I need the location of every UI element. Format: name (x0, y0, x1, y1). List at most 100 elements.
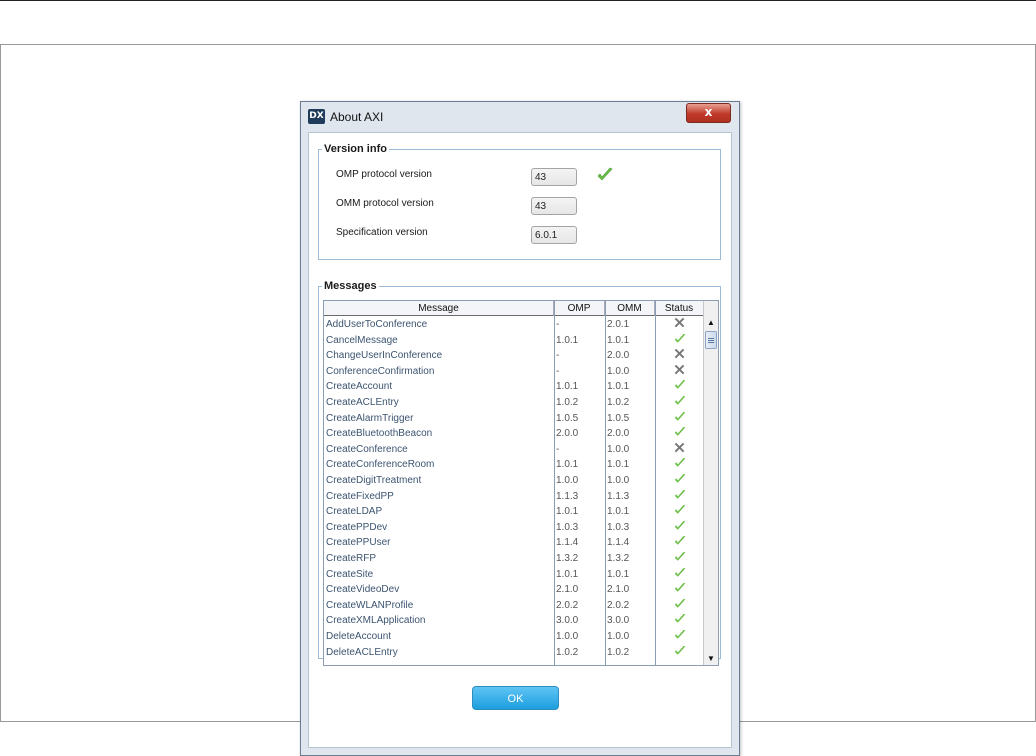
table-row[interactable]: CreateWLANProfile 2.0.2 2.0.2 (324, 598, 704, 614)
scroll-down-icon[interactable]: ▼ (705, 652, 717, 665)
omp-cell: 1.0.1 (556, 568, 579, 580)
table-row[interactable]: CreateXMLApplication 3.0.0 3.0.0 (324, 613, 704, 629)
page-frame: DX About AXI x Version info OMP protocol… (0, 44, 1036, 756)
table-row[interactable]: CreateAlarmTrigger 1.0.5 1.0.5 (324, 411, 704, 427)
message-cell: CreateAccount (326, 381, 393, 393)
messages-legend: Messages (324, 280, 377, 292)
column-header-omm[interactable]: OMM (605, 301, 655, 316)
grip-line (708, 340, 714, 341)
table-row[interactable]: DeleteAccount 1.0.0 1.0.0 (324, 629, 704, 645)
omp-cell: - (556, 443, 560, 455)
about-dialog: DX About AXI x Version info OMP protocol… (300, 101, 740, 756)
close-button[interactable]: x (686, 103, 731, 123)
message-cell: AddUserToConference (326, 319, 428, 330)
omm-cell: 2.0.0 (607, 350, 630, 362)
omp-cell: 1.0.5 (556, 412, 579, 424)
omp-cell: 2.0.0 (556, 428, 579, 440)
table-row[interactable]: ConferenceConfirmation - 1.0.0 (324, 364, 704, 380)
table-row[interactable]: CreateACLEntry 1.0.2 1.0.2 (324, 395, 704, 411)
table-row[interactable]: CreateLDAP 1.0.1 1.0.1 (324, 504, 704, 520)
omp-cell: 1.0.1 (556, 381, 579, 393)
spec-version-field[interactable]: 6.0.1 (531, 226, 577, 244)
scroll-up-icon[interactable]: ▲ (705, 316, 717, 329)
table-row[interactable]: CreateVideoDev 2.1.0 2.1.0 (324, 582, 704, 598)
version-info-legend: Version info (324, 143, 387, 155)
title-bar[interactable]: DX About AXI x (301, 102, 739, 132)
omm-cell: 2.0.1 (607, 319, 630, 330)
omm-cell: 1.0.2 (607, 646, 630, 658)
message-cell: CreateACLEntry (326, 397, 399, 408)
table-row[interactable]: DeleteACLEntry 1.0.2 1.0.2 (324, 645, 704, 661)
omp-cell: - (556, 319, 560, 330)
table-row[interactable]: CreateConferenceRoom 1.0.1 1.0.1 (324, 457, 704, 473)
omp-cell: 1.0.3 (556, 521, 579, 533)
table-row[interactable]: CancelMessage 1.0.1 1.0.1 (324, 333, 704, 349)
message-cell: CreateRFP (326, 553, 377, 564)
omp-cell: 1.0.1 (556, 459, 579, 471)
message-cell: CreatePPUser (326, 537, 391, 549)
omm-cell: 3.0.0 (607, 615, 630, 627)
top-rule (0, 0, 1036, 1)
scroll-thumb[interactable] (705, 331, 717, 349)
omp-version-label: OMP protocol version (336, 169, 432, 180)
column-header-status[interactable]: Status (655, 301, 704, 316)
omm-cell: 1.0.1 (607, 459, 630, 471)
omm-cell: 1.0.0 (607, 443, 630, 455)
message-cell: ConferenceConfirmation (326, 365, 435, 377)
column-header-message[interactable]: Message (324, 301, 554, 316)
table-row[interactable]: CreateFixedPP 1.1.3 1.1.3 (324, 489, 704, 505)
omm-cell: 1.0.1 (607, 334, 630, 346)
message-cell: CreateFixedPP (326, 490, 394, 502)
table-row[interactable]: CreateSite 1.0.1 1.0.1 (324, 567, 704, 583)
spec-version-label: Specification version (336, 227, 428, 238)
table-row[interactable]: CreateAccount 1.0.1 1.0.1 (324, 379, 704, 395)
omm-cell: 1.0.0 (607, 475, 630, 486)
message-cell: DeleteACLEntry (326, 646, 398, 658)
messages-table-body: Message OMP OMM Status AddUserToConferen… (324, 301, 704, 665)
table-row[interactable]: CreateConference - 1.0.0 (324, 442, 704, 458)
table-row[interactable]: CreatePPUser 1.1.4 1.1.4 (324, 535, 704, 551)
message-cell: CreateConference (326, 443, 408, 455)
messages-group: Messages Message OMP OMM Status AddUserT… (318, 280, 721, 666)
vertical-scrollbar[interactable]: ▲ ▼ (703, 301, 718, 665)
message-cell: CreateSite (326, 568, 374, 580)
omm-cell: 1.0.5 (607, 412, 630, 424)
omm-cell: 1.1.3 (607, 490, 630, 502)
omp-version-field[interactable]: 43 (531, 168, 577, 186)
omp-cell: 1.0.0 (556, 631, 579, 642)
table-row[interactable]: CreateDigitTreatment 1.0.0 1.0.0 (324, 473, 704, 489)
table-row[interactable]: ChangeUserInConference - 2.0.0 (324, 348, 704, 364)
omp-cell: 1.0.1 (556, 506, 579, 518)
omm-cell: 1.0.1 (607, 381, 630, 393)
table-row[interactable]: CreateBluetoothBeacon 2.0.0 2.0.0 (324, 426, 704, 442)
grip-line (708, 342, 714, 343)
message-cell: CreateBluetoothBeacon (326, 428, 433, 440)
omp-cell: 1.0.0 (556, 475, 579, 486)
dialog-title: About AXI (330, 110, 384, 124)
table-row[interactable]: CreatePPDev 1.0.3 1.0.3 (324, 520, 704, 536)
omp-cell: 1.1.3 (556, 490, 579, 502)
omp-cell: 3.0.0 (556, 615, 579, 627)
omp-cell: - (556, 350, 560, 362)
omm-cell: 1.0.3 (607, 521, 630, 533)
omm-version-field[interactable]: 43 (531, 197, 577, 215)
omp-cell: - (556, 365, 560, 377)
message-cell: DeleteAccount (326, 631, 392, 642)
omm-cell: 1.0.2 (607, 397, 630, 408)
cross-icon (655, 364, 704, 381)
table-row[interactable]: CreateRFP 1.3.2 1.3.2 (324, 551, 704, 567)
omm-cell: 1.3.2 (607, 553, 630, 564)
omm-cell: 2.0.2 (607, 599, 630, 611)
table-row[interactable]: AddUserToConference - 2.0.1 (324, 317, 704, 333)
message-cell: CreateVideoDev (326, 584, 400, 596)
omm-cell: 1.0.1 (607, 506, 630, 518)
column-header-omp[interactable]: OMP (554, 301, 605, 316)
cross-icon (655, 348, 704, 365)
message-cell: CreateWLANProfile (326, 599, 414, 611)
version-info-group: Version info OMP protocol version 43 OMM… (318, 143, 721, 260)
app-logo-icon: DX (308, 109, 325, 124)
message-cell: CreateLDAP (326, 506, 383, 518)
omm-cell: 2.0.0 (607, 428, 630, 440)
ok-button[interactable]: OK (472, 686, 559, 710)
check-icon (597, 167, 613, 181)
